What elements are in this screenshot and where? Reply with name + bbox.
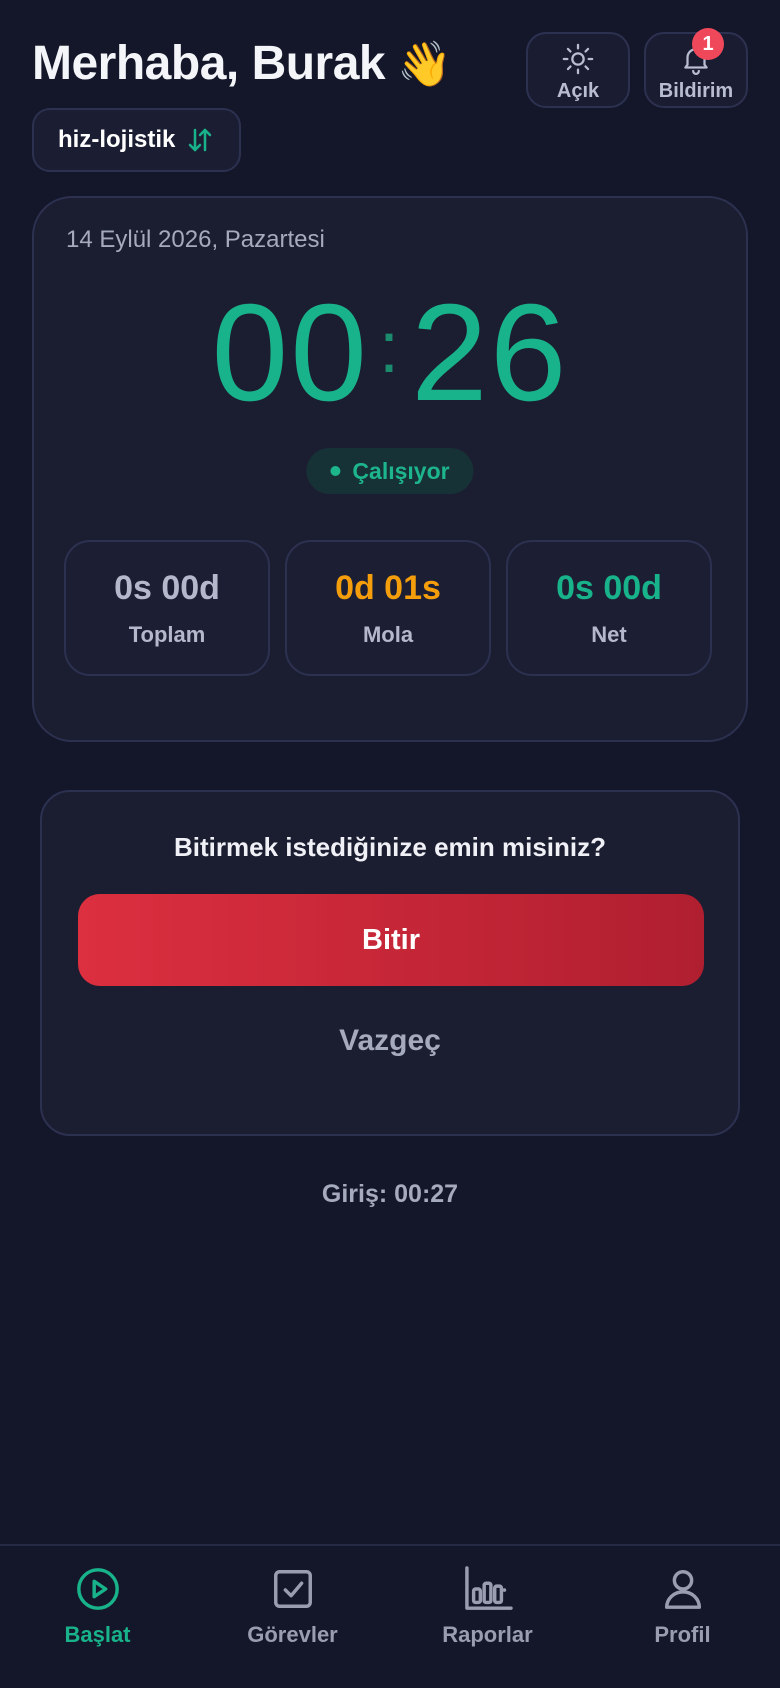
nav-item-reports[interactable]: Raporlar xyxy=(390,1546,585,1688)
greeting-text: Merhaba, Burak xyxy=(32,37,386,90)
nav-item-tasks[interactable]: Görevler xyxy=(195,1546,390,1688)
stat-total-value: 0s 00d xyxy=(114,568,220,607)
login-time: Giriş: 00:27 xyxy=(321,1180,459,1208)
stat-break-label: Mola xyxy=(362,621,414,647)
confirm-question: Bitirmek istediğinize emin misiniz? xyxy=(174,832,606,862)
swap-vertical-icon xyxy=(189,128,212,152)
cancel-button[interactable]: Vazgeç xyxy=(42,1024,738,1058)
organization-name: hiz-lojistik xyxy=(58,126,176,153)
finish-confirm-dialog: Bitirmek istediğinize emin misiniz? Biti… xyxy=(40,790,740,1136)
notification-button[interactable]: Bildirim 1 xyxy=(644,28,748,108)
bar-chart-icon xyxy=(464,1566,513,1610)
finish-button[interactable]: Bitir xyxy=(78,894,704,986)
timer-minutes: 26 xyxy=(411,276,569,430)
user-icon xyxy=(664,1570,701,1609)
organization-switcher[interactable]: hiz-lojistik xyxy=(32,108,242,172)
status-label: Çalışıyor xyxy=(352,457,450,484)
timer-separator: : xyxy=(378,307,401,388)
notification-badge: 1 xyxy=(692,28,724,60)
theme-toggle-label: Açık xyxy=(556,80,600,102)
theme-toggle-button[interactable]: Açık xyxy=(526,32,630,108)
nav-label-reports: Raporlar xyxy=(442,1622,533,1647)
sun-icon xyxy=(562,43,594,75)
nav-item-start[interactable]: Başlat xyxy=(0,1546,195,1688)
nav-label-start: Başlat xyxy=(64,1622,131,1647)
status-badge: Çalışıyor xyxy=(306,448,474,494)
stat-net: 0s 00d Net xyxy=(506,540,712,676)
stat-break-value: 0d 01s xyxy=(335,568,441,607)
wave-emoji: 👋 xyxy=(397,39,452,89)
elapsed-timer: 00 : 26 xyxy=(34,274,746,433)
notification-label: Bildirim xyxy=(658,80,734,102)
bottom-nav: Başlat Görevler Raporlar Profil xyxy=(0,1544,780,1688)
timer-hours: 00 xyxy=(211,276,369,430)
current-date: 14 Eylül 2026, Pazartesi xyxy=(66,226,325,253)
status-dot xyxy=(330,466,341,476)
nav-item-profile[interactable]: Profil xyxy=(585,1546,780,1688)
stat-break: 0d 01s Mola xyxy=(285,540,491,676)
stat-net-label: Net xyxy=(591,621,627,647)
stat-total-label: Toplam xyxy=(128,621,206,647)
timer-card: 14 Eylül 2026, Pazartesi 00 : 26 Çalışıy… xyxy=(32,196,748,742)
nav-label-tasks: Görevler xyxy=(247,1622,338,1647)
greeting-heading: Merhaba, Burak 👋 xyxy=(32,36,452,91)
nav-label-profile: Profil xyxy=(654,1622,711,1647)
checkbox-icon xyxy=(273,1570,312,1608)
stat-net-value: 0s 00d xyxy=(556,568,662,607)
play-circle-icon xyxy=(76,1568,119,1610)
stat-total: 0s 00d Toplam xyxy=(64,540,270,676)
